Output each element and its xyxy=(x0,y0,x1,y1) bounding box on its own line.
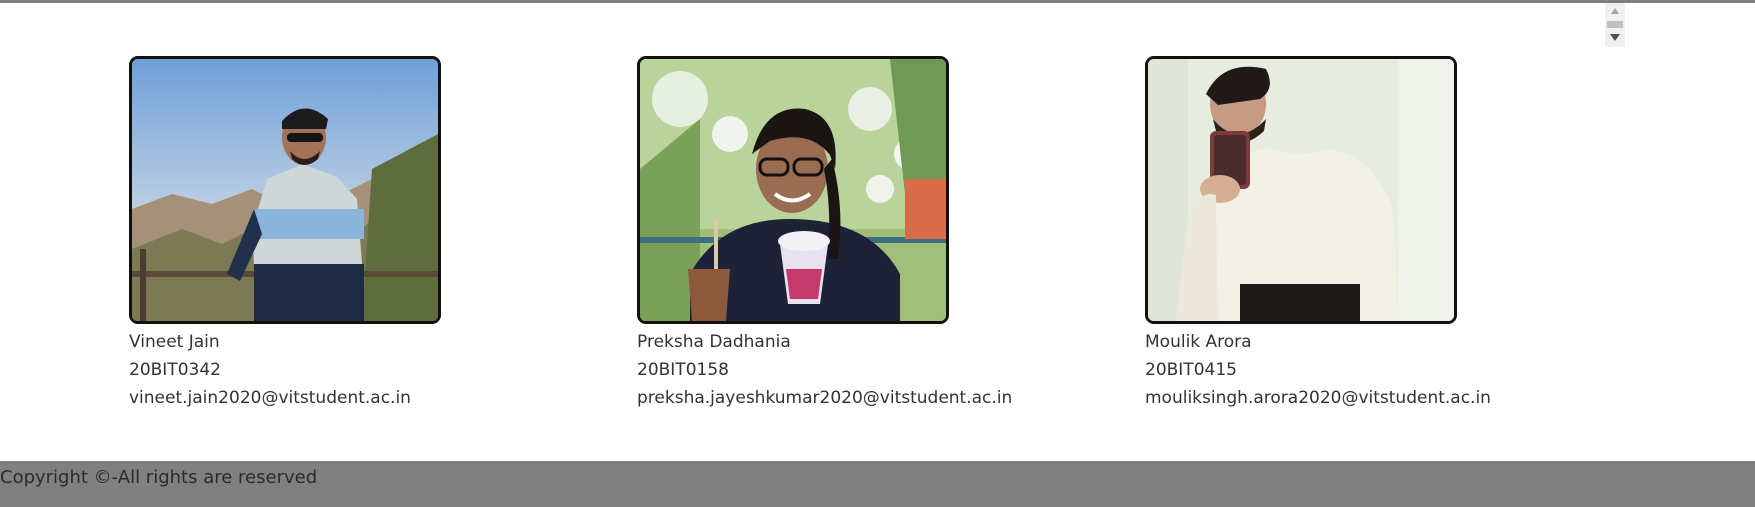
member-name: Preksha Dadhania xyxy=(637,332,791,352)
member-email[interactable]: preksha.jayeshkumar2020@vitstudent.ac.in xyxy=(637,384,1012,412)
member-name: Vineet Jain xyxy=(129,332,220,352)
member-photo xyxy=(1145,56,1457,324)
member-email[interactable]: vineet.jain2020@vitstudent.ac.in xyxy=(129,384,441,412)
member-photo xyxy=(129,56,441,324)
scrollbar[interactable] xyxy=(1605,3,1625,47)
scroll-down-icon[interactable] xyxy=(1610,34,1620,41)
copyright-text: Copyright ©-All rights are reserved xyxy=(0,467,318,488)
member-email[interactable]: mouliksingh.arora2020@vitstudent.ac.in xyxy=(1145,384,1491,412)
member-card: Preksha Dadhania 20BIT0158 preksha.jayes… xyxy=(637,56,1012,412)
member-id: 20BIT0158 xyxy=(637,360,729,380)
scroll-thumb[interactable] xyxy=(1607,21,1623,28)
member-id: 20BIT0415 xyxy=(1145,360,1237,380)
member-card: Vineet Jain 20BIT0342 vineet.jain2020@vi… xyxy=(129,56,441,412)
scroll-up-icon[interactable] xyxy=(1611,8,1619,14)
footer: Copyright ©-All rights are reserved xyxy=(0,461,1755,507)
member-card: Moulik Arora 20BIT0415 mouliksingh.arora… xyxy=(1145,56,1491,412)
member-photo xyxy=(637,56,949,324)
member-name: Moulik Arora xyxy=(1145,332,1252,352)
top-border xyxy=(0,0,1755,3)
member-id: 20BIT0342 xyxy=(129,360,221,380)
